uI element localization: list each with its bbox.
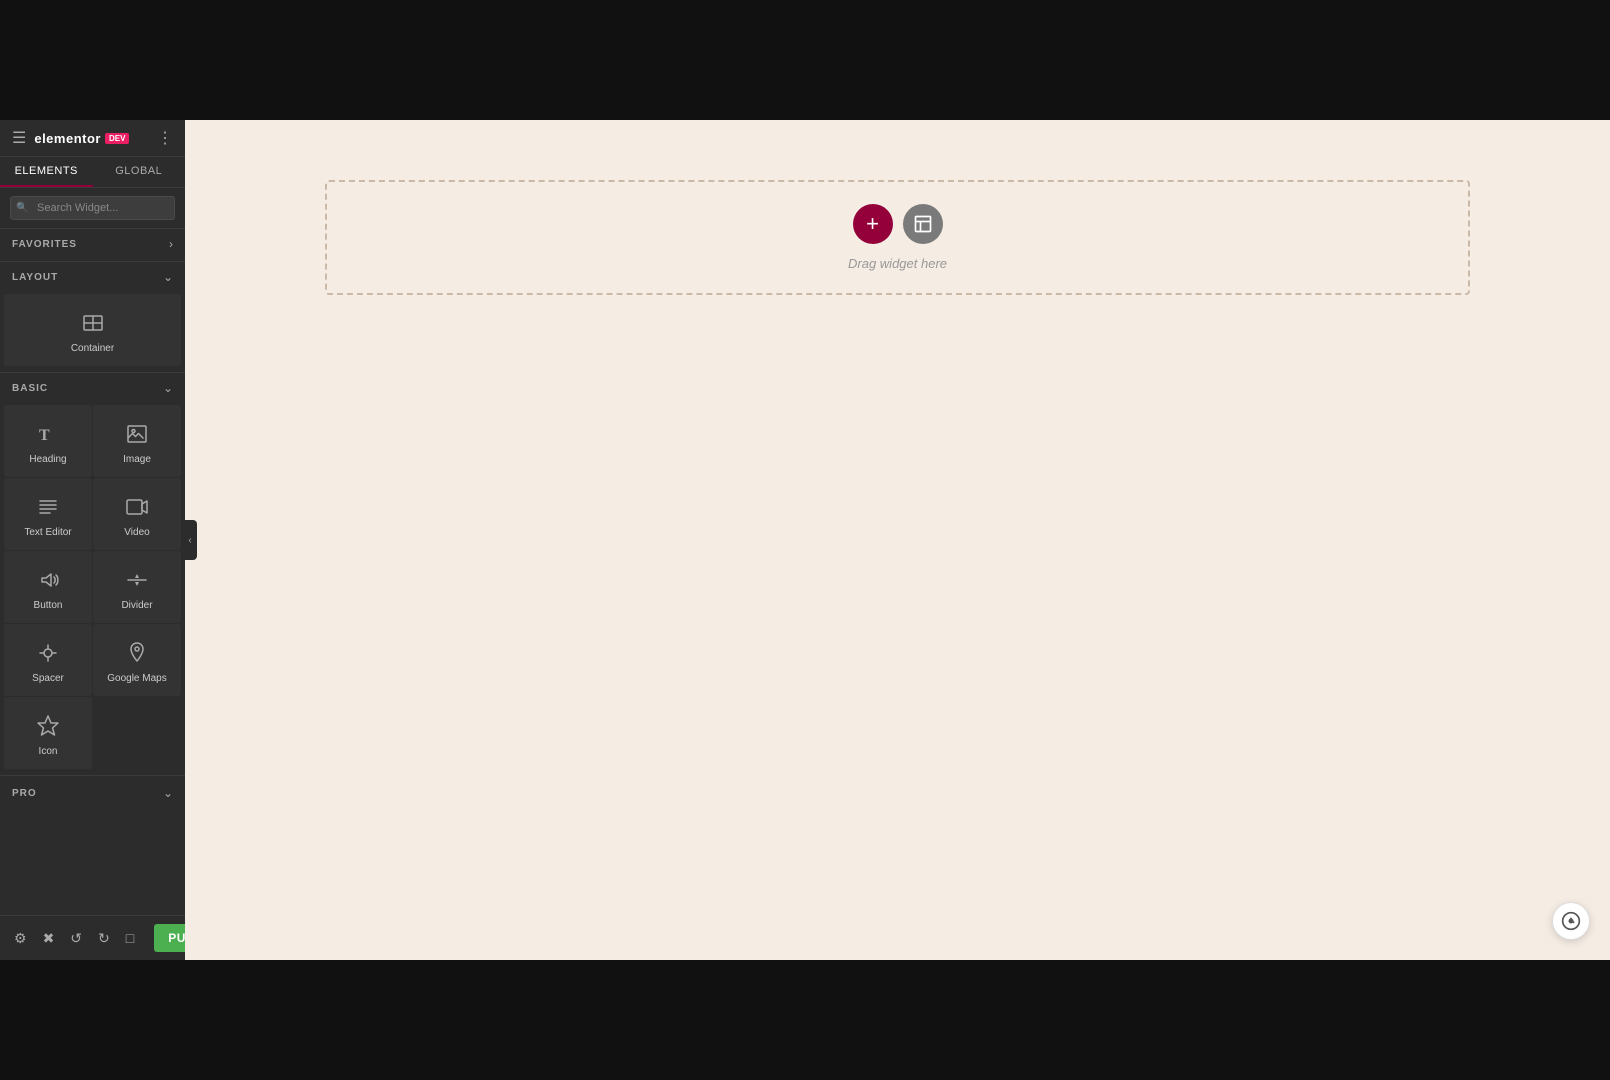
library-icon — [913, 214, 933, 234]
pro-divider — [0, 775, 185, 776]
search-box — [0, 188, 185, 229]
top-black-bar — [0, 0, 1610, 120]
search-input[interactable] — [10, 196, 175, 220]
pro-title: PRO — [12, 788, 37, 799]
icon-label: Icon — [39, 746, 58, 758]
menu-icon[interactable]: ☰ — [12, 128, 26, 148]
elementor-logo: elementor DEV — [34, 131, 129, 146]
basic-title: BASIC — [12, 383, 48, 394]
favorites-arrow-icon: › — [169, 237, 173, 251]
responsive-icon[interactable]: □ — [122, 926, 138, 950]
bottom-black-bar — [0, 960, 1610, 1080]
pro-section-header[interactable]: PRO ⌄ — [0, 780, 185, 806]
layout-section-header[interactable]: LAYOUT ⌄ — [0, 264, 185, 290]
widget-image[interactable]: Image — [93, 405, 181, 477]
spacer-label: Spacer — [32, 673, 64, 685]
widget-heading[interactable]: T Heading — [4, 405, 92, 477]
favorites-section-header[interactable]: FAVORITES › — [0, 229, 185, 259]
icon-icon — [34, 712, 62, 740]
tab-global[interactable]: GLOBAL — [93, 157, 186, 187]
container-svg — [81, 311, 105, 335]
theme-icon[interactable]: ✖ — [39, 926, 59, 951]
widget-divider[interactable]: Divider — [93, 551, 181, 623]
widget-button[interactable]: Button — [4, 551, 92, 623]
sidebar-tabs: ELEMENTS GLOBAL — [0, 157, 185, 188]
video-label: Video — [124, 527, 149, 539]
container-label: Container — [71, 343, 114, 355]
editor-wrapper: ☰ elementor DEV ⋮ ELEMENTS GLOBAL FAVORI… — [0, 120, 1610, 960]
text-editor-label: Text Editor — [24, 527, 71, 539]
basic-arrow-icon: ⌄ — [163, 381, 173, 395]
widgets-area: FAVORITES › LAYOUT ⌄ — [0, 229, 185, 915]
sidebar: ☰ elementor DEV ⋮ ELEMENTS GLOBAL FAVORI… — [0, 120, 185, 960]
drop-zone: + Drag widget here — [325, 180, 1470, 295]
image-label: Image — [123, 454, 151, 466]
search-wrap — [10, 196, 175, 220]
basic-widget-grid: T Heading Image — [0, 401, 185, 773]
layout-widget-grid: Container — [0, 290, 185, 370]
dev-badge: DEV — [105, 133, 129, 144]
drop-zone-buttons: + — [853, 204, 943, 244]
settings-icon[interactable]: ⚙ — [10, 926, 31, 951]
widget-video[interactable]: Video — [93, 478, 181, 550]
button-label: Button — [34, 600, 63, 612]
text-editor-icon — [34, 493, 62, 521]
drag-hint: Drag widget here — [848, 256, 947, 271]
add-widget-button[interactable]: + — [853, 204, 893, 244]
bottom-toolbar: ⚙ ✖ ↺ ↻ □ PUBLISH ⌄ — [0, 915, 185, 960]
spacer-icon — [34, 639, 62, 667]
sidebar-header: ☰ elementor DEV ⋮ — [0, 120, 185, 157]
widget-google-maps[interactable]: Google Maps — [93, 624, 181, 696]
container-icon — [79, 309, 107, 337]
widget-icon[interactable]: Icon — [4, 697, 92, 769]
layout-arrow-icon: ⌄ — [163, 270, 173, 284]
maps-label: Google Maps — [107, 673, 166, 685]
canvas: + Drag widget here — [185, 120, 1610, 960]
svg-text:T: T — [39, 427, 50, 444]
basic-section-header[interactable]: BASIC ⌄ — [0, 375, 185, 401]
pro-arrow-icon: ⌄ — [163, 786, 173, 800]
video-icon — [123, 493, 151, 521]
widget-spacer[interactable]: Spacer — [4, 624, 92, 696]
heading-label: Heading — [29, 454, 66, 466]
layout-title: LAYOUT — [12, 272, 58, 283]
basic-divider — [0, 372, 185, 373]
divider-icon — [123, 566, 151, 594]
widget-text-editor[interactable]: Text Editor — [4, 478, 92, 550]
tab-elements[interactable]: ELEMENTS — [0, 157, 93, 187]
favorites-title: FAVORITES — [12, 239, 77, 250]
sidebar-header-left: ☰ elementor DEV — [12, 128, 129, 148]
layout-divider — [0, 261, 185, 262]
divider-label: Divider — [121, 600, 152, 612]
button-icon — [34, 566, 62, 594]
library-button[interactable] — [903, 204, 943, 244]
undo-icon[interactable]: ↺ — [66, 926, 86, 951]
elementor-logo-text: elementor — [34, 131, 101, 146]
navigator-button[interactable] — [1552, 902, 1590, 940]
widget-container[interactable]: Container — [4, 294, 181, 366]
sidebar-collapse-handle[interactable]: ‹ — [183, 520, 197, 560]
grid-icon[interactable]: ⋮ — [157, 128, 173, 148]
maps-icon — [123, 639, 151, 667]
image-icon — [123, 420, 151, 448]
redo-icon[interactable]: ↻ — [94, 926, 114, 951]
heading-icon: T — [34, 420, 62, 448]
navigator-icon — [1561, 911, 1581, 931]
